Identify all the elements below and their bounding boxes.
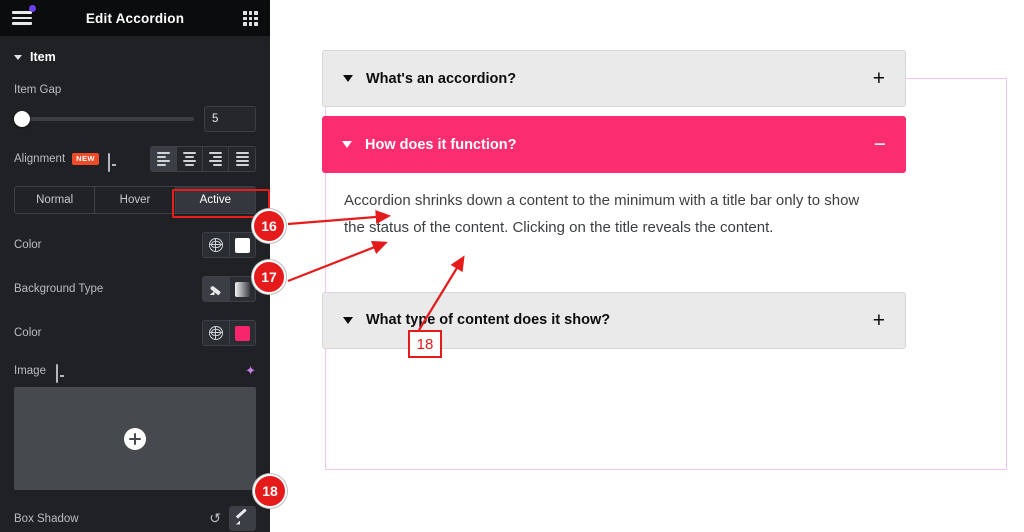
hamburger-icon[interactable]	[12, 5, 36, 26]
elementor-edit-panel: Edit Accordion Item Item Gap 5 Alignment…	[0, 0, 270, 532]
accordion-title-3: What type of content does it show?	[366, 312, 611, 329]
color-background-row: Color	[14, 320, 256, 346]
image-upload-area[interactable]	[14, 387, 256, 490]
align-left-button[interactable]	[151, 147, 177, 171]
accordion-body-2: Accordion shrinks down a content to the …	[344, 192, 860, 237]
gradient-icon[interactable]	[229, 277, 255, 301]
plus-circle-icon[interactable]	[124, 427, 146, 450]
pencil-icon[interactable]	[229, 506, 256, 531]
plus-icon-3[interactable]: +	[873, 310, 885, 331]
accordion-title-1: What's an accordion?	[366, 70, 517, 87]
accordion-widget: What's an accordion? + How does it funct…	[322, 50, 906, 349]
color-background-label: Color	[14, 327, 42, 339]
box-shadow-label: Box Shadow	[14, 512, 79, 525]
plus-icon-1[interactable]: +	[873, 68, 885, 89]
caret-down-icon	[343, 316, 353, 324]
color-normal-row: Color	[14, 232, 256, 258]
background-type-group	[202, 276, 256, 302]
item-gap-row: Item Gap	[14, 84, 256, 96]
panel-header: Edit Accordion	[0, 0, 270, 36]
tab-normal[interactable]: Normal	[15, 187, 96, 213]
align-justify-button[interactable]	[229, 147, 255, 171]
apps-grid-icon[interactable]	[243, 11, 258, 26]
app-root: Edit Accordion Item Item Gap 5 Alignment…	[0, 0, 1024, 532]
globe-icon[interactable]	[203, 233, 229, 257]
caret-down-icon	[342, 141, 352, 148]
caret-down-icon	[343, 75, 353, 82]
sparkle-icon[interactable]: ✦	[245, 364, 256, 377]
accordion-item-2: How does it function? − Accordion shrink…	[322, 116, 906, 248]
accordion-header-1[interactable]: What's an accordion? +	[322, 50, 906, 107]
caret-down-icon	[14, 54, 22, 60]
alignment-row: Alignment NEW	[14, 146, 256, 172]
color-normal-picker	[202, 232, 256, 258]
alignment-label: Alignment	[14, 153, 66, 165]
panel-body: Item Item Gap 5 Alignment NEW Normal Hov…	[0, 36, 270, 531]
item-gap-label: Item Gap	[14, 84, 62, 96]
accordion-title-2: How does it function?	[365, 136, 517, 153]
background-type-row: Background Type	[14, 276, 256, 302]
preview-canvas: What's an accordion? + How does it funct…	[270, 0, 1024, 532]
tab-active[interactable]: Active	[175, 187, 255, 213]
box-shadow-row: Box Shadow ↺	[14, 506, 256, 531]
accordion-item-1: What's an accordion? +	[322, 50, 906, 107]
section-item-label: Item	[30, 50, 56, 64]
item-gap-input[interactable]: 5	[204, 106, 256, 132]
color-swatch-white[interactable]	[229, 233, 255, 257]
color-normal-label: Color	[14, 239, 42, 251]
slider-knob[interactable]	[14, 111, 30, 127]
item-gap-slider[interactable]	[14, 111, 194, 127]
slider-track	[14, 117, 194, 121]
new-badge: NEW	[72, 153, 99, 165]
background-type-label: Background Type	[14, 283, 104, 295]
align-center-button[interactable]	[177, 147, 203, 171]
accordion-header-2[interactable]: How does it function? −	[322, 116, 906, 173]
accordion-header-3[interactable]: What type of content does it show? +	[322, 291, 906, 349]
page-title: Edit Accordion	[85, 10, 185, 26]
alignment-button-group	[150, 146, 256, 172]
brush-icon[interactable]	[203, 277, 229, 301]
notification-dot-icon	[29, 5, 36, 12]
minus-icon-2[interactable]: −	[874, 134, 886, 155]
section-item-header[interactable]: Item	[14, 36, 256, 70]
color-swatch-pink[interactable]	[229, 321, 255, 345]
accordion-item-3: What type of content does it show? +	[322, 291, 906, 349]
image-label: Image	[14, 364, 46, 377]
align-right-button[interactable]	[203, 147, 229, 171]
color-background-picker	[202, 320, 256, 346]
item-gap-control: 5	[14, 106, 256, 132]
tab-hover[interactable]: Hover	[95, 187, 176, 213]
state-tab-group: Normal Hover Active	[14, 186, 256, 214]
monitor-icon[interactable]	[55, 364, 69, 383]
globe-icon[interactable]	[203, 321, 229, 345]
reset-icon[interactable]: ↺	[209, 510, 221, 527]
image-row: Image ✦	[14, 364, 256, 383]
monitor-icon[interactable]	[107, 152, 121, 172]
